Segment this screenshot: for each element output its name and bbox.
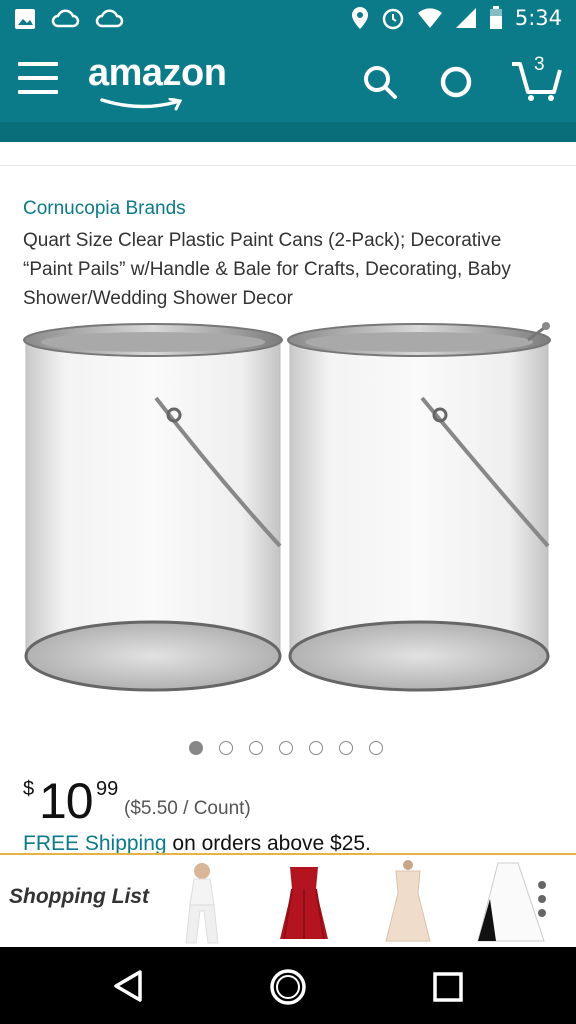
pagination-dot[interactable]: [189, 741, 203, 755]
product-title: Quart Size Clear Plastic Paint Cans (2-P…: [23, 230, 511, 309]
battery-icon: [489, 6, 502, 29]
pagination-dot[interactable]: [249, 741, 263, 755]
amazon-smile-icon: [100, 98, 183, 111]
image-pagination: [189, 741, 383, 755]
divider: [0, 165, 576, 166]
home-icon[interactable]: [268, 967, 308, 1007]
pagination-dot[interactable]: [369, 741, 383, 755]
cart-button[interactable]: 3: [510, 54, 562, 104]
location-icon: [351, 7, 368, 29]
unit-price: ($5.50 / Count): [124, 798, 251, 819]
cloud-icon: [95, 9, 124, 28]
more-options-icon[interactable]: [538, 881, 546, 923]
pagination-dot[interactable]: [339, 741, 353, 755]
alexa-icon[interactable]: [436, 62, 476, 102]
free-shipping-link[interactable]: FREE Shipping: [23, 832, 167, 854]
signal-icon: [455, 8, 476, 28]
status-time: 5:34: [514, 6, 562, 30]
menu-icon[interactable]: [18, 62, 58, 96]
price-currency: $: [23, 778, 35, 800]
search-icon[interactable]: [360, 62, 400, 102]
pagination-dot[interactable]: [279, 741, 293, 755]
amazon-logo[interactable]: amazon: [88, 52, 227, 95]
shipping-text: on orders above $25.: [166, 832, 371, 854]
price-fraction: 99: [96, 778, 119, 800]
shipping-info: FREE Shipping on orders above $25.: [23, 832, 371, 854]
product-image[interactable]: [18, 318, 558, 708]
recents-icon[interactable]: [432, 971, 464, 1003]
price-whole: 10: [39, 773, 94, 829]
shopping-list-bar: Shopping List: [0, 853, 576, 947]
pagination-dot[interactable]: [219, 741, 233, 755]
cart-count: 3: [534, 54, 545, 75]
shopping-list-label[interactable]: Shopping List: [9, 885, 149, 909]
wifi-icon: [417, 8, 442, 28]
cloud-icon: [51, 9, 80, 28]
image-icon: [15, 9, 35, 29]
cream-dress-thumbnail[interactable]: [368, 859, 448, 945]
red-dress-thumbnail[interactable]: [264, 859, 344, 945]
header-subbar: [0, 122, 576, 142]
status-bar: 5:34: [0, 0, 576, 40]
lingerie-thumbnail[interactable]: [162, 859, 242, 945]
alarm-icon: [382, 8, 404, 30]
brand-link[interactable]: Cornucopia Brands: [23, 198, 186, 220]
navigation-bar: [0, 947, 576, 1024]
pagination-dot[interactable]: [309, 741, 323, 755]
back-icon[interactable]: [112, 969, 144, 1003]
app-header: amazon 3: [0, 40, 576, 122]
